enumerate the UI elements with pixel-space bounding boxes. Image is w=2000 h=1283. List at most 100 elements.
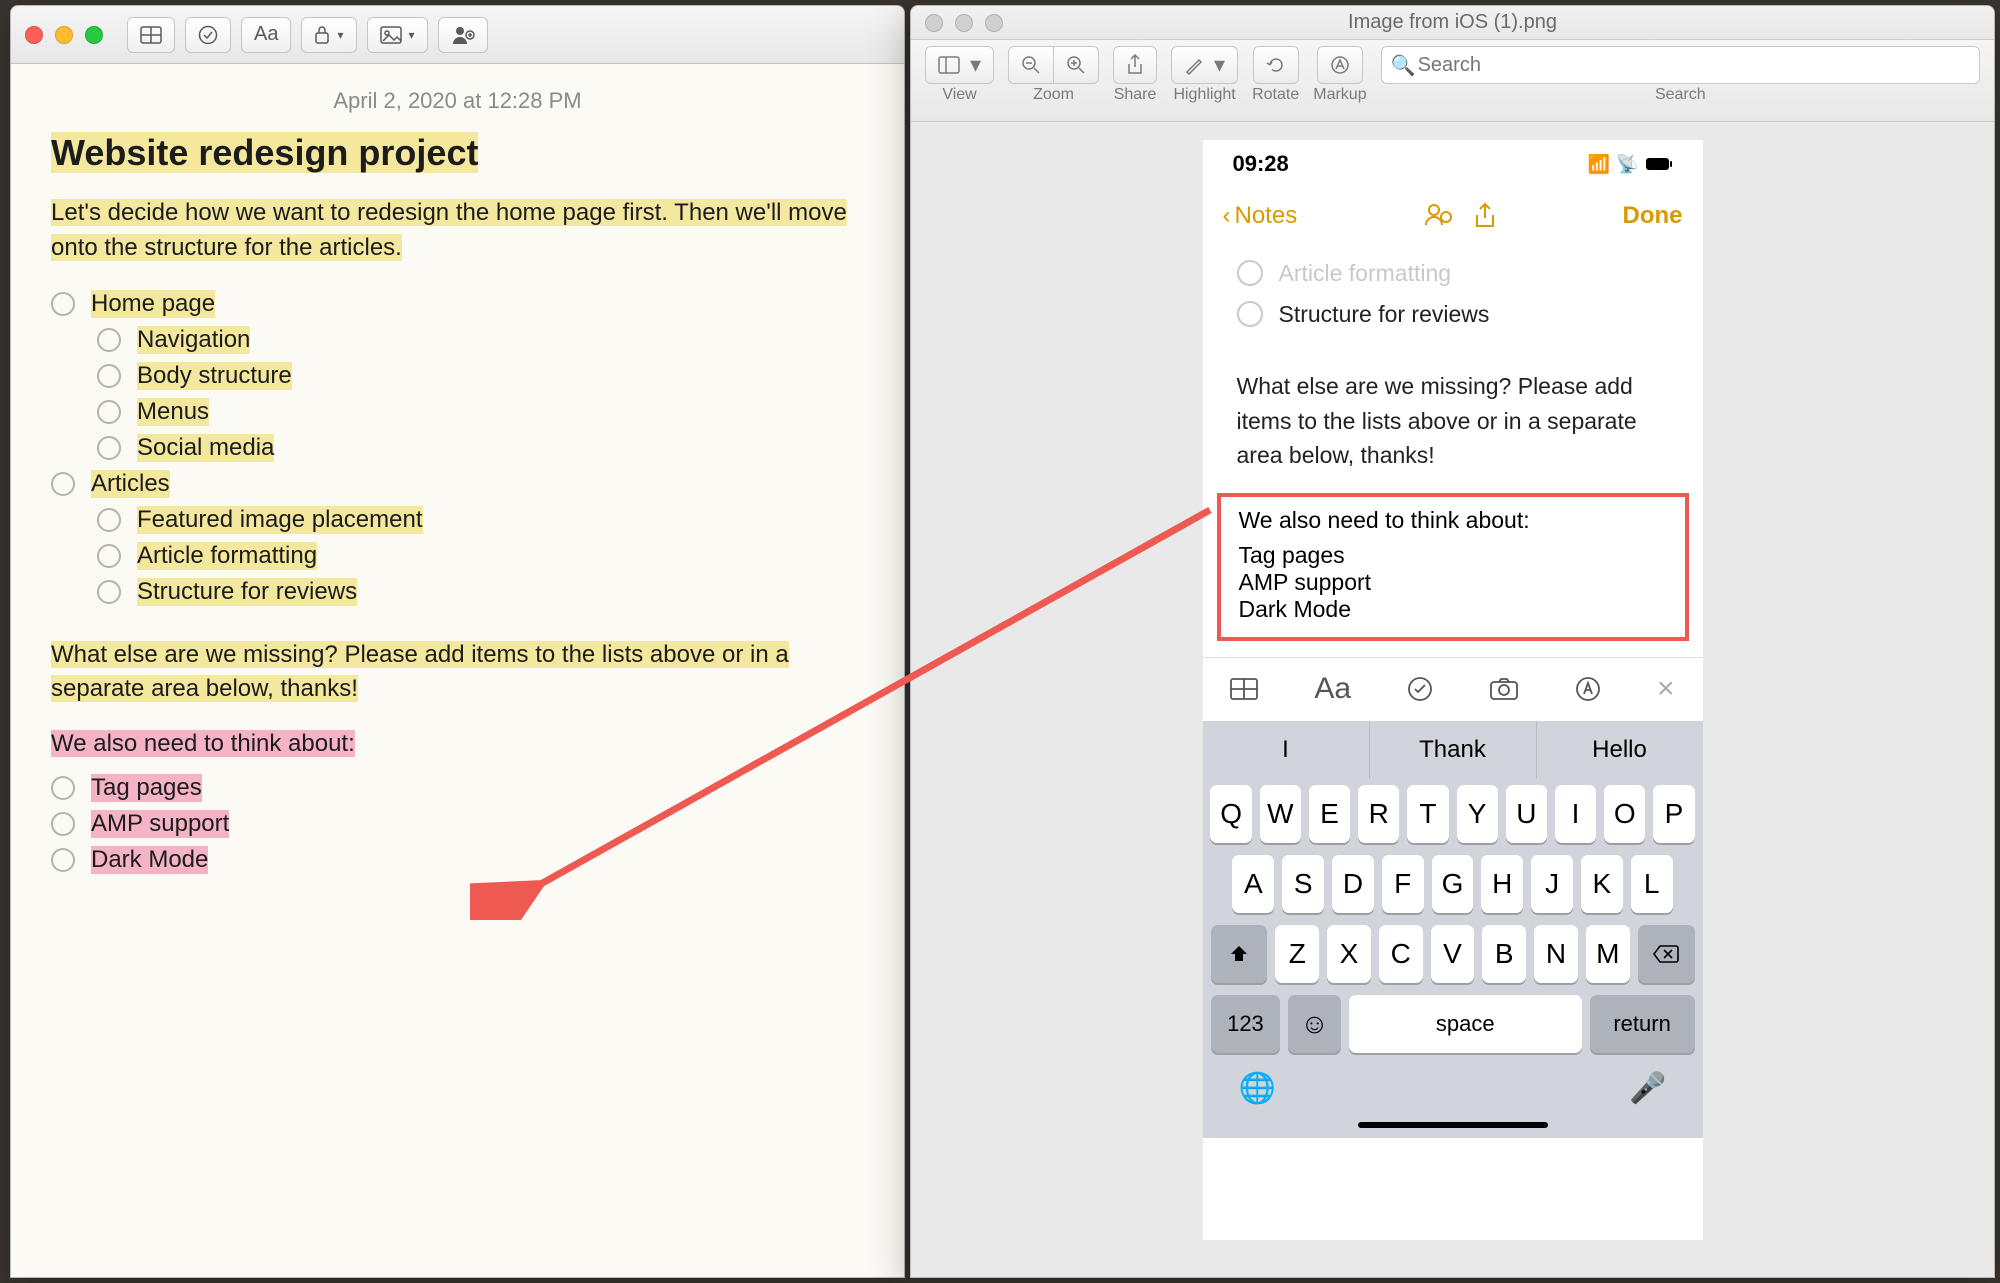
checkbox-icon[interactable]	[97, 328, 121, 352]
key-l[interactable]: L	[1631, 855, 1673, 913]
markup-button[interactable]	[1317, 46, 1363, 84]
key-e[interactable]: E	[1309, 785, 1350, 843]
view-button[interactable]: ▾	[925, 46, 994, 84]
checklist-item[interactable]: Tag pages	[51, 770, 864, 806]
suggestion[interactable]: Hello	[1537, 721, 1703, 779]
camera-icon[interactable]	[1489, 677, 1519, 701]
table-icon[interactable]	[1230, 678, 1258, 700]
checklist-item[interactable]: Home page	[51, 286, 864, 322]
key-b[interactable]: B	[1482, 925, 1526, 983]
highlight-button[interactable]: ▾	[1171, 46, 1238, 84]
back-to-notes-button[interactable]: ‹Notes	[1223, 202, 1298, 230]
markup-icon[interactable]	[1575, 676, 1601, 702]
minimize-window-button[interactable]	[55, 26, 73, 44]
media-button[interactable]: ▾	[367, 17, 428, 53]
collaborate-icon[interactable]	[1424, 203, 1452, 227]
lock-button[interactable]: ▾	[301, 17, 356, 53]
return-key[interactable]: return	[1590, 995, 1695, 1053]
suggestion[interactable]: Thank	[1370, 721, 1537, 779]
checklist-button[interactable]	[185, 17, 231, 53]
checklist-item[interactable]: Structure for reviews	[51, 574, 864, 610]
key-v[interactable]: V	[1431, 925, 1475, 983]
share-label: Share	[1114, 86, 1157, 104]
zoom-in-button[interactable]	[1054, 46, 1099, 84]
checklist-item[interactable]: Social media	[51, 430, 864, 466]
checklist-item[interactable]: Body structure	[51, 358, 864, 394]
checklist-item[interactable]: AMP support	[51, 806, 864, 842]
key-r[interactable]: R	[1358, 785, 1399, 843]
checklist-item[interactable]: Articles	[51, 466, 864, 502]
checkbox-icon[interactable]	[97, 400, 121, 424]
zoom-out-button[interactable]	[1008, 46, 1054, 84]
close-window-button[interactable]	[925, 14, 943, 32]
home-indicator[interactable]	[1358, 1122, 1548, 1128]
checklist-item[interactable]: Navigation	[51, 322, 864, 358]
checklist-item[interactable]: Dark Mode	[51, 842, 864, 878]
space-key[interactable]: space	[1349, 995, 1582, 1053]
key-a[interactable]: A	[1232, 855, 1274, 913]
rotate-button[interactable]	[1253, 46, 1299, 84]
key-x[interactable]: X	[1327, 925, 1371, 983]
suggestion[interactable]: I	[1203, 721, 1370, 779]
list-view-button[interactable]	[127, 17, 175, 53]
text-format-button[interactable]: Aa	[241, 17, 291, 53]
key-g[interactable]: G	[1432, 855, 1474, 913]
checkbox-icon[interactable]	[97, 580, 121, 604]
key-i[interactable]: I	[1555, 785, 1596, 843]
checkbox-icon[interactable]	[97, 508, 121, 532]
search-input[interactable]	[1381, 46, 1980, 84]
checkbox-icon[interactable]	[97, 544, 121, 568]
close-window-button[interactable]	[25, 26, 43, 44]
shift-key[interactable]	[1211, 925, 1268, 983]
key-s[interactable]: S	[1282, 855, 1324, 913]
minimize-window-button[interactable]	[955, 14, 973, 32]
phone-note-content: Article formatting Structure for reviews…	[1203, 244, 1703, 479]
key-h[interactable]: H	[1481, 855, 1523, 913]
key-m[interactable]: M	[1586, 925, 1630, 983]
fullscreen-window-button[interactable]	[985, 14, 1003, 32]
checkbox-icon[interactable]	[51, 292, 75, 316]
checkbox-icon[interactable]	[51, 848, 75, 872]
share-button[interactable]	[1113, 46, 1157, 84]
emoji-key[interactable]: ☺	[1288, 995, 1340, 1053]
text-format-button[interactable]: Aa	[1314, 672, 1351, 706]
key-q[interactable]: Q	[1210, 785, 1251, 843]
checkbox-icon[interactable]	[51, 776, 75, 800]
mic-icon[interactable]: 🎤	[1629, 1071, 1666, 1106]
phone-nav-bar: ‹Notes Done	[1203, 188, 1703, 244]
globe-icon[interactable]: 🌐	[1239, 1071, 1276, 1106]
key-f[interactable]: F	[1382, 855, 1424, 913]
checkbox-icon[interactable]	[97, 364, 121, 388]
key-o[interactable]: O	[1604, 785, 1645, 843]
key-y[interactable]: Y	[1457, 785, 1498, 843]
backspace-key[interactable]	[1638, 925, 1695, 983]
checklist-item[interactable]: Article formatting	[51, 538, 864, 574]
fullscreen-window-button[interactable]	[85, 26, 103, 44]
key-n[interactable]: N	[1534, 925, 1578, 983]
checkbox-icon[interactable]	[51, 812, 75, 836]
window-traffic-lights	[25, 26, 103, 44]
checkmark-circle-icon[interactable]	[1407, 676, 1433, 702]
key-w[interactable]: W	[1260, 785, 1301, 843]
key-k[interactable]: K	[1581, 855, 1623, 913]
key-d[interactable]: D	[1332, 855, 1374, 913]
key-p[interactable]: P	[1653, 785, 1694, 843]
checklist-item[interactable]: Featured image placement	[51, 502, 864, 538]
note-content-area[interactable]: April 2, 2020 at 12:28 PM Website redesi…	[11, 64, 904, 1277]
checkbox-icon[interactable]	[51, 472, 75, 496]
close-toolbar-button[interactable]: ×	[1657, 672, 1675, 706]
share-icon[interactable]	[1474, 203, 1496, 229]
chevron-down-icon: ▾	[970, 52, 981, 78]
checkbox-icon[interactable]	[97, 436, 121, 460]
key-u[interactable]: U	[1506, 785, 1547, 843]
checklist-item[interactable]: Menus	[51, 394, 864, 430]
done-button[interactable]: Done	[1622, 202, 1682, 230]
numeric-key[interactable]: 123	[1211, 995, 1281, 1053]
collaborate-button[interactable]	[438, 17, 488, 53]
key-j[interactable]: J	[1531, 855, 1573, 913]
key-z[interactable]: Z	[1275, 925, 1319, 983]
phone-time: 09:28	[1233, 151, 1289, 177]
note-prompt-paragraph: What else are we missing? Please add ite…	[51, 638, 864, 708]
key-t[interactable]: T	[1407, 785, 1448, 843]
key-c[interactable]: C	[1379, 925, 1423, 983]
